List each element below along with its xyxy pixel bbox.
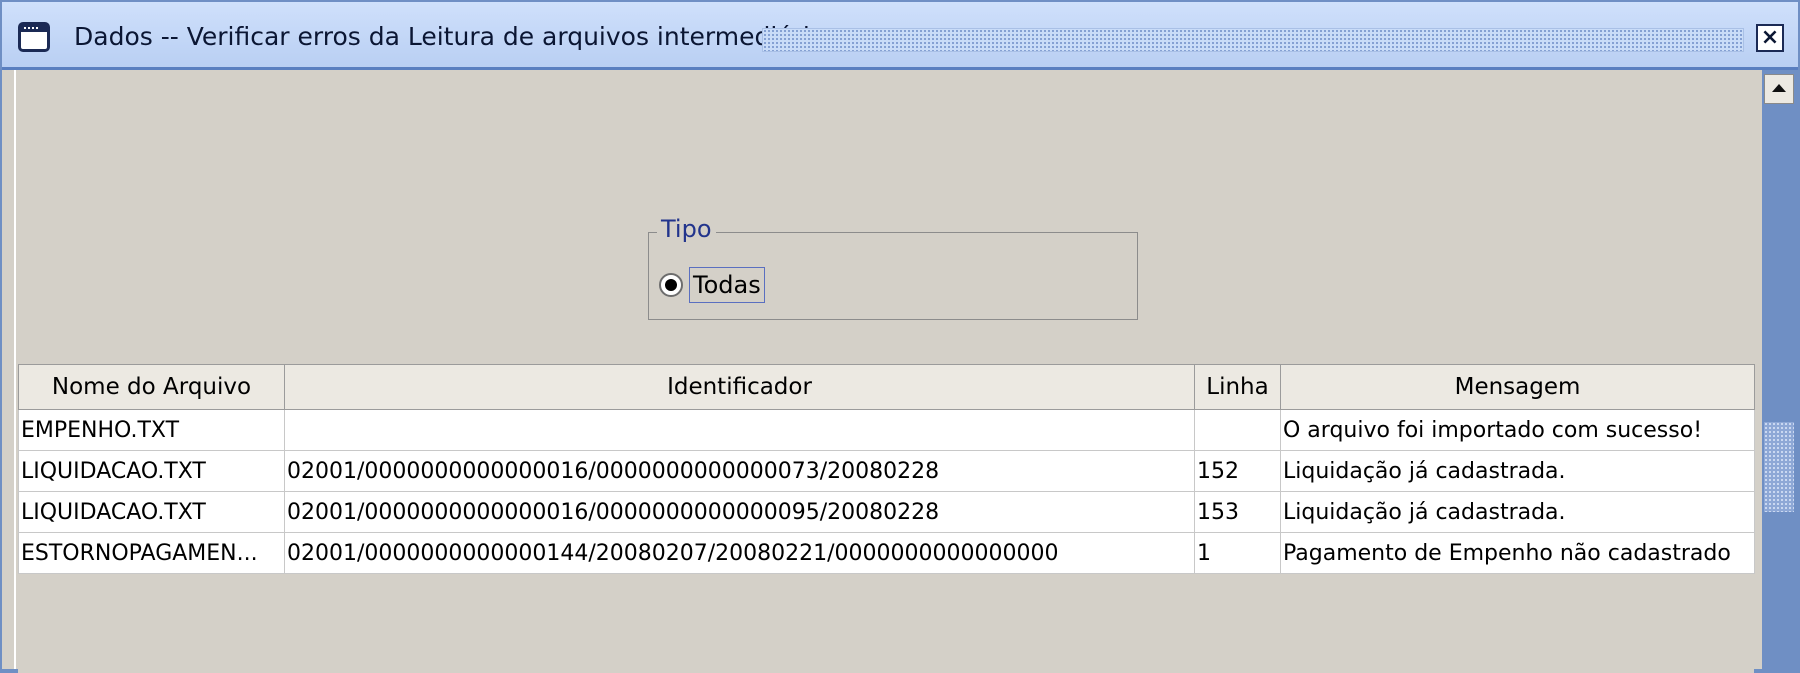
table-header-row: Nome do Arquivo Identificador Linha Mens… (18, 364, 1755, 410)
column-header-linha[interactable]: Linha (1194, 364, 1281, 410)
scroll-thumb[interactable] (1764, 422, 1794, 512)
cell-identificador: 02001/0000000000000016/0000000000000073/… (284, 450, 1195, 492)
cell-mensagem: Liquidação já cadastrada. (1280, 450, 1755, 492)
cell-mensagem: Pagamento de Empenho não cadastrado (1280, 532, 1755, 574)
type-groupbox: Tipo Todas (648, 215, 1138, 320)
app-window: Dados -- Verificar erros da Leitura de a… (0, 0, 1800, 673)
cell-nome: LIQUIDACAO.TXT (18, 450, 285, 492)
window-icon (18, 22, 50, 52)
table-row[interactable]: LIQUIDACAO.TXT 02001/0000000000000016/00… (18, 491, 1755, 533)
table-row[interactable]: EMPENHO.TXT O arquivo foi importado com … (18, 409, 1755, 451)
column-header-identificador[interactable]: Identificador (284, 364, 1195, 410)
cell-nome: EMPENHO.TXT (18, 409, 285, 451)
cell-identificador: 02001/0000000000000144/20080207/20080221… (284, 532, 1195, 574)
vertical-scrollbar[interactable] (1762, 70, 1798, 673)
title-bar[interactable]: Dados -- Verificar erros da Leitura de a… (2, 2, 1798, 70)
column-header-nome[interactable]: Nome do Arquivo (18, 364, 285, 410)
title-bar-grip[interactable] (762, 28, 1744, 52)
radio-todas[interactable] (659, 273, 683, 297)
cell-identificador (284, 409, 1195, 451)
cell-linha: 153 (1194, 491, 1281, 533)
errors-table: Nome do Arquivo Identificador Linha Mens… (18, 364, 1755, 574)
cell-mensagem: O arquivo foi importado com sucesso! (1280, 409, 1755, 451)
cell-linha (1194, 409, 1281, 451)
cell-identificador: 02001/0000000000000016/0000000000000095/… (284, 491, 1195, 533)
window-title: Dados -- Verificar erros da Leitura de a… (74, 22, 839, 51)
scroll-up-icon[interactable] (1764, 74, 1794, 104)
cell-linha: 1 (1194, 532, 1281, 574)
cell-linha: 152 (1194, 450, 1281, 492)
column-header-mensagem[interactable]: Mensagem (1280, 364, 1755, 410)
errors-table-area: Nome do Arquivo Identificador Linha Mens… (18, 364, 1755, 673)
close-icon[interactable]: × (1756, 24, 1784, 52)
cell-mensagem: Liquidação já cadastrada. (1280, 491, 1755, 533)
cell-nome: LIQUIDACAO.TXT (18, 491, 285, 533)
cell-nome: ESTORNOPAGAMEN... (18, 532, 285, 574)
group-label: Tipo (657, 215, 716, 243)
radio-label-todas[interactable]: Todas (689, 267, 765, 303)
table-row[interactable]: LIQUIDACAO.TXT 02001/0000000000000016/00… (18, 450, 1755, 492)
table-row[interactable]: ESTORNOPAGAMEN... 02001/0000000000000144… (18, 532, 1755, 574)
